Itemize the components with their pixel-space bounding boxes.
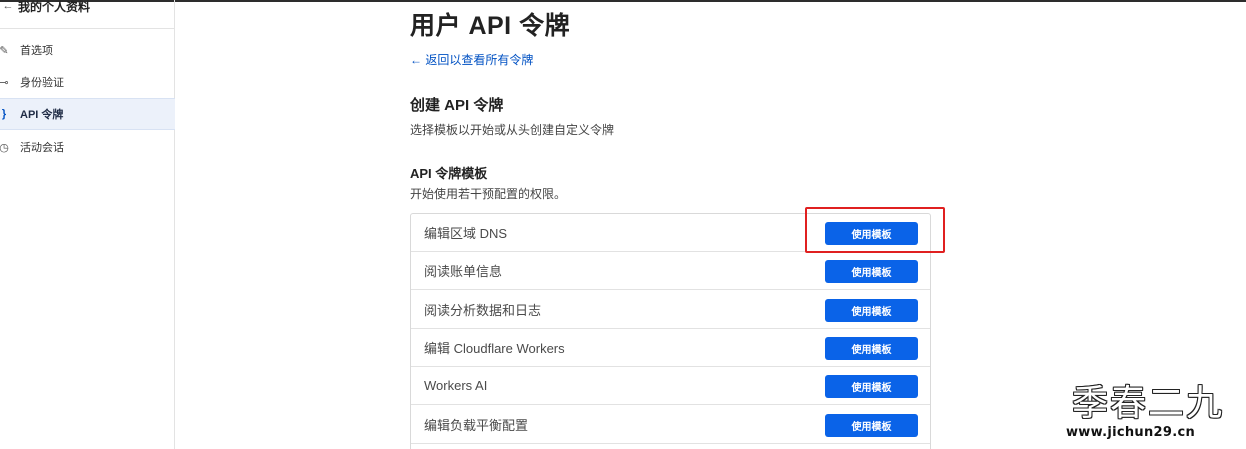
use-template-button[interactable]: 使用模板: [825, 375, 918, 398]
create-token-description: 选择模板以开始或从头创建自定义令牌: [410, 123, 615, 137]
template-row: 编辑负载平衡配置 使用模板: [411, 406, 930, 444]
sidebar-item-api-tokens[interactable]: } API 令牌: [0, 98, 175, 130]
sidebar-item-authentication[interactable]: ⊸ 身份验证: [0, 66, 175, 98]
sidebar-item-label: 首选项: [20, 45, 53, 57]
sidebar: ← 我的个人资料 ✎ 首选项 ⊸ 身份验证 } API 令牌 ◷ 活动会话: [0, 0, 175, 449]
template-row: 编辑 Cloudflare Workers 使用模板: [411, 329, 930, 367]
template-name: 编辑负载平衡配置: [424, 418, 529, 433]
template-name: 阅读分析数据和日志: [424, 303, 542, 318]
template-name: 编辑区域 DNS: [424, 226, 508, 241]
back-to-tokens-link[interactable]: ← 返回以查看所有令牌: [410, 51, 533, 68]
sidebar-header[interactable]: ← 我的个人资料: [0, 0, 91, 16]
template-name: 阅读账单信息: [424, 264, 503, 279]
template-row: 阅读分析数据和日志 使用模板: [411, 291, 930, 329]
template-name: 编辑 Cloudflare Workers: [424, 341, 565, 356]
create-token-heading: 创建 API 令牌: [410, 97, 504, 114]
sidebar-header-title: 我的个人资料: [18, 0, 91, 14]
template-name: Workers AI: [424, 378, 488, 393]
clock-icon: ◷: [0, 141, 9, 154]
brace-icon: }: [1, 108, 7, 120]
sidebar-item-preferences[interactable]: ✎ 首选项: [0, 34, 175, 66]
use-template-button[interactable]: 使用模板: [825, 414, 918, 437]
templates-description: 开始使用若干预配置的权限。: [410, 187, 567, 201]
use-template-button[interactable]: 使用模板: [825, 299, 918, 322]
highlight-annotation-box: [805, 207, 945, 253]
template-row: Workers AI 使用模板: [411, 367, 930, 405]
page-title: 用户 API 令牌: [410, 12, 571, 40]
templates-heading: API 令牌模板: [410, 166, 488, 181]
watermark-url: www.jichun29.cn: [1066, 425, 1196, 440]
sidebar-item-label: 身份验证: [20, 77, 64, 89]
arrow-left-icon: ←: [2, 0, 14, 12]
sidebar-item-active-sessions[interactable]: ◷ 活动会话: [0, 131, 175, 163]
watermark-name: 季春二九: [1072, 383, 1225, 424]
top-border: [0, 0, 1246, 2]
sidebar-divider: [0, 28, 175, 29]
sidebar-item-label: 活动会话: [20, 142, 64, 154]
use-template-button[interactable]: 使用模板: [825, 260, 918, 283]
sidebar-item-label: API 令牌: [20, 109, 64, 121]
template-row: 阅读账单信息 使用模板: [411, 252, 930, 290]
use-template-button[interactable]: 使用模板: [825, 337, 918, 360]
key-icon: ⊸: [0, 76, 9, 89]
pencil-icon: ✎: [0, 44, 9, 57]
